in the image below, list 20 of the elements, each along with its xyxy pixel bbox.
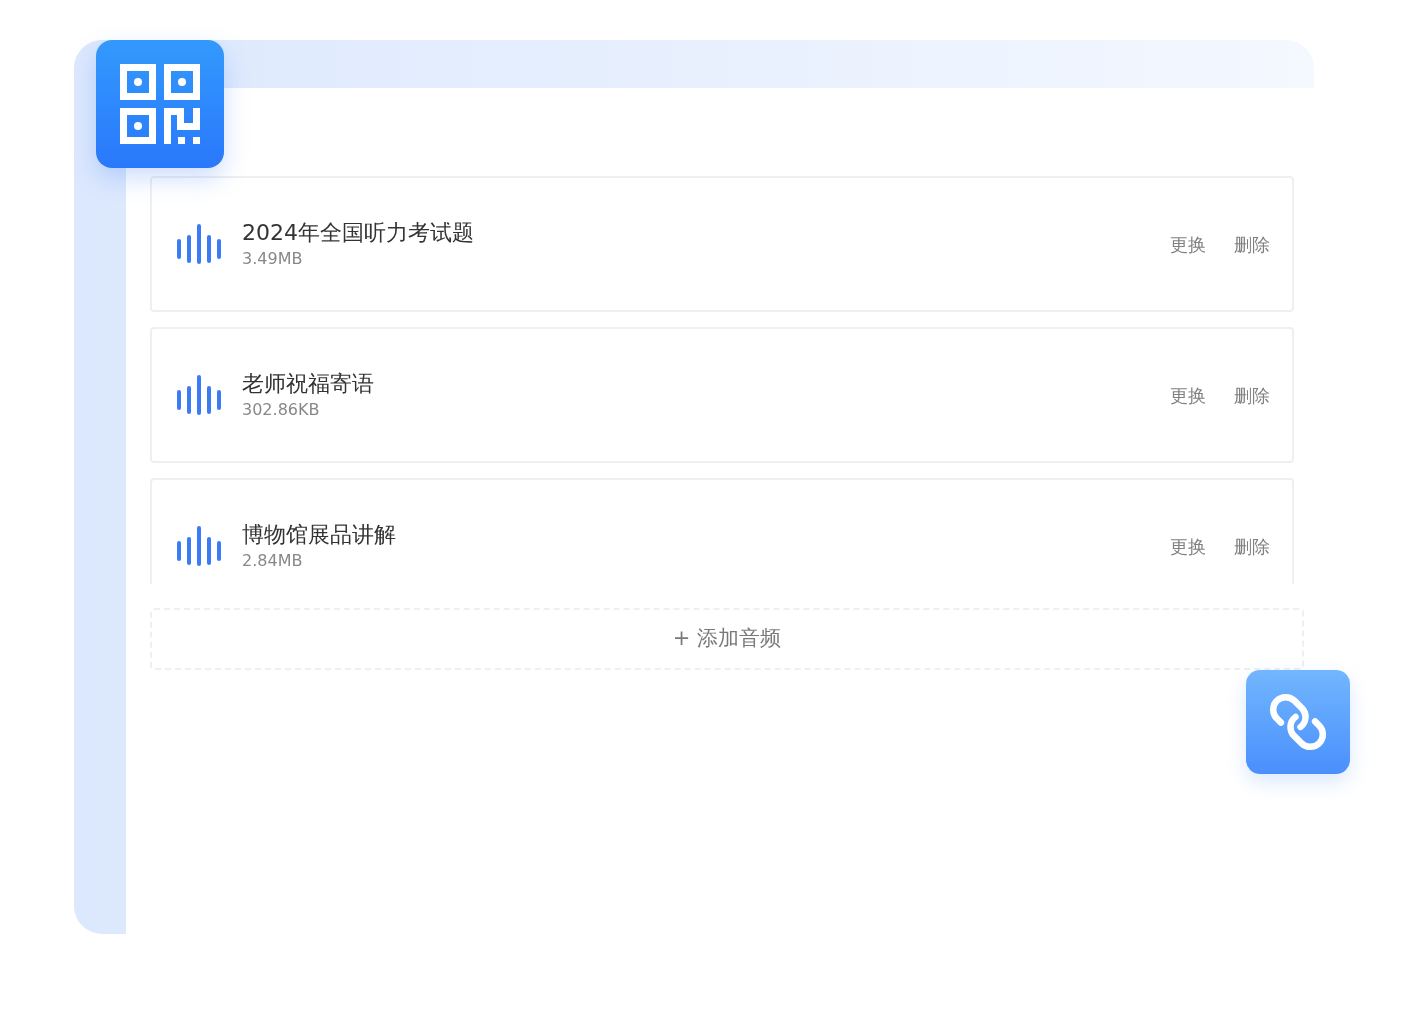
delete-link[interactable]: 删除 bbox=[1234, 230, 1270, 258]
audio-title: 老师祝福寄语 bbox=[242, 370, 374, 398]
audio-title: 2024年全国听力考试题 bbox=[242, 219, 474, 247]
file-size: 3.49MB bbox=[242, 248, 304, 270]
replace-link[interactable]: 更换 bbox=[1170, 532, 1206, 560]
sound-wave-icon bbox=[174, 526, 222, 566]
sound-wave-icon bbox=[174, 224, 222, 264]
link-icon bbox=[1268, 692, 1328, 752]
sound-wave-icon bbox=[174, 375, 222, 415]
file-size: 2.84MB bbox=[242, 550, 304, 572]
delete-link[interactable]: 删除 bbox=[1234, 532, 1270, 560]
file-size: 302.86KB bbox=[242, 399, 321, 421]
replace-link[interactable]: 更换 bbox=[1170, 230, 1206, 258]
delete-link[interactable]: 删除 bbox=[1234, 381, 1270, 409]
replace-link[interactable]: 更换 bbox=[1170, 381, 1206, 409]
qr-code-tile[interactable] bbox=[96, 40, 224, 168]
qr-code-icon bbox=[120, 64, 200, 144]
add-audio-button[interactable]: + 添加音频 bbox=[150, 608, 1304, 670]
link-tile[interactable] bbox=[1246, 670, 1350, 774]
audio-title: 博物馆展品讲解 bbox=[242, 521, 396, 549]
